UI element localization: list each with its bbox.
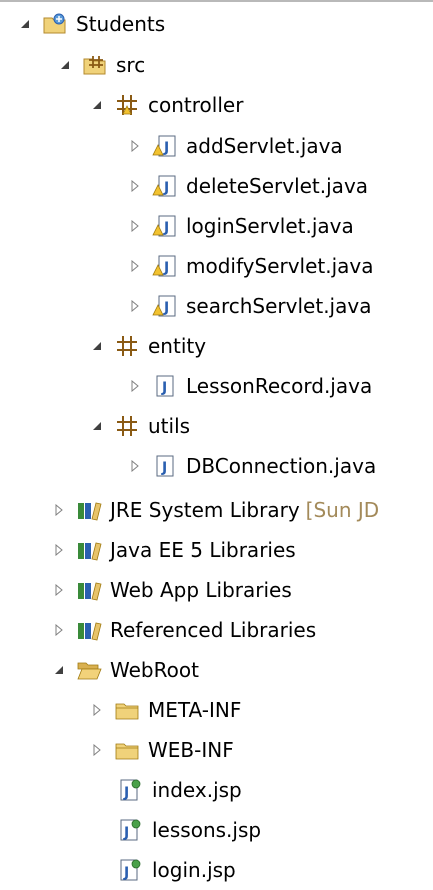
collapsed-arrow-icon[interactable] [52, 543, 66, 557]
tree-node-label: entity [148, 334, 207, 358]
tree-node-label: deleteServlet.java [186, 174, 369, 198]
collapsed-arrow-icon[interactable] [128, 179, 142, 193]
tree-node-label: META-INF [148, 698, 242, 722]
expanded-arrow-icon[interactable] [90, 419, 104, 433]
jsp-file-icon: J [118, 777, 144, 803]
package-icon [114, 413, 140, 439]
tree-node-label: addServlet.java [186, 134, 343, 158]
collapsed-arrow-icon[interactable] [52, 623, 66, 637]
tree-node-webroot[interactable]: WebRoot [52, 650, 199, 690]
jsp-file-icon: J [118, 857, 144, 883]
tree-node-jsp-file[interactable]: J login.jsp [118, 850, 236, 890]
java-file-warning-icon: J [152, 133, 178, 159]
tree-node-label: controller [148, 93, 244, 117]
tree-node-package-controller[interactable]: controller [90, 85, 243, 125]
collapsed-arrow-icon[interactable] [128, 379, 142, 393]
expanded-arrow-icon[interactable] [52, 663, 66, 677]
library-icon [76, 617, 102, 643]
tree-node-label: index.jsp [152, 778, 242, 802]
java-file-icon: J [152, 453, 178, 479]
tree-node-library[interactable]: JRE System Library [Sun JD [52, 490, 379, 530]
collapsed-arrow-icon[interactable] [52, 503, 66, 517]
tree-node-src[interactable]: src [58, 45, 145, 85]
tree-node-package-entity[interactable]: entity [90, 326, 206, 366]
svg-text:J: J [163, 300, 169, 316]
collapsed-arrow-icon[interactable] [52, 583, 66, 597]
tree-node-java-file[interactable]: J searchServlet.java [128, 286, 371, 326]
svg-text:J: J [163, 260, 169, 276]
library-icon [76, 497, 102, 523]
java-file-warning-icon: J [152, 173, 178, 199]
tree-node-library[interactable]: Referenced Libraries [52, 610, 316, 650]
tree-node-label: Referenced Libraries [110, 618, 317, 642]
tree-node-label: searchServlet.java [186, 294, 372, 318]
tree-node-label: Students [76, 12, 166, 36]
tree-node-library[interactable]: Web App Libraries [52, 570, 292, 610]
tree-node-java-file[interactable]: J LessonRecord.java [128, 366, 372, 406]
tree-node-label: Web App Libraries [110, 578, 292, 602]
java-file-warning-icon: J [152, 253, 178, 279]
tree-node-library[interactable]: Java EE 5 Libraries [52, 530, 296, 570]
collapsed-arrow-icon[interactable] [128, 139, 142, 153]
tree-node-label: utils [148, 414, 191, 438]
tree-node-label: modifyServlet.java [186, 254, 374, 278]
tree-node-label: loginServlet.java [186, 214, 354, 238]
tree-node-java-file[interactable]: J deleteServlet.java [128, 166, 368, 206]
svg-text:J: J [123, 865, 129, 881]
svg-text:J: J [161, 460, 167, 476]
tree-node-label: lessons.jsp [152, 818, 262, 842]
tree-node-java-file[interactable]: J addServlet.java [128, 126, 343, 166]
tree-node-label: src [116, 53, 146, 77]
library-icon [76, 537, 102, 563]
svg-text:J: J [123, 785, 129, 801]
tree-node-label: LessonRecord.java [186, 374, 373, 398]
svg-text:J: J [163, 220, 169, 236]
tree-node-jsp-file[interactable]: J lessons.jsp [118, 810, 261, 850]
library-icon [76, 577, 102, 603]
java-file-warning-icon: J [152, 213, 178, 239]
tree-node-folder[interactable]: WEB-INF [90, 730, 234, 770]
tree-node-label: DBConnection.java [186, 454, 377, 478]
collapsed-arrow-icon[interactable] [128, 459, 142, 473]
folder-icon [114, 697, 140, 723]
svg-text:J: J [123, 825, 129, 841]
collapsed-arrow-icon[interactable] [90, 743, 104, 757]
expanded-arrow-icon[interactable] [58, 58, 72, 72]
tree-node-label: WEB-INF [148, 738, 234, 762]
expanded-arrow-icon[interactable] [18, 17, 32, 31]
jsp-file-icon: J [118, 817, 144, 843]
tree-node-java-file[interactable]: J loginServlet.java [128, 206, 354, 246]
tree-node-label: Java EE 5 Libraries [110, 538, 296, 562]
collapsed-arrow-icon[interactable] [128, 259, 142, 273]
svg-text:J: J [163, 180, 169, 196]
collapsed-arrow-icon[interactable] [90, 703, 104, 717]
expanded-arrow-icon[interactable] [90, 98, 104, 112]
java-file-icon: J [152, 373, 178, 399]
tree-node-label: JRE System Library [110, 498, 300, 522]
tree-node-label: login.jsp [152, 858, 236, 882]
collapsed-arrow-icon[interactable] [128, 299, 142, 313]
package-icon [114, 333, 140, 359]
source-folder-icon [82, 52, 108, 78]
tree-node-package-utils[interactable]: utils [90, 406, 190, 446]
tree-node-java-file[interactable]: J DBConnection.java [128, 446, 376, 486]
java-project-icon [42, 11, 68, 37]
tree-node-folder[interactable]: META-INF [90, 690, 241, 730]
tree-node-decoration: [Sun JD [305, 498, 380, 522]
java-file-warning-icon: J [152, 293, 178, 319]
tree-node-java-file[interactable]: J modifyServlet.java [128, 246, 374, 286]
panel-top-border [0, 0, 433, 2]
package-icon [114, 92, 140, 118]
expanded-arrow-icon[interactable] [90, 339, 104, 353]
folder-open-icon [76, 657, 102, 683]
collapsed-arrow-icon[interactable] [128, 219, 142, 233]
folder-icon [114, 737, 140, 763]
tree-node-project[interactable]: Students [18, 4, 165, 44]
tree-node-jsp-file[interactable]: J index.jsp [118, 770, 242, 810]
tree-node-label: WebRoot [110, 658, 199, 682]
svg-text:J: J [163, 140, 169, 156]
svg-text:J: J [161, 380, 167, 396]
